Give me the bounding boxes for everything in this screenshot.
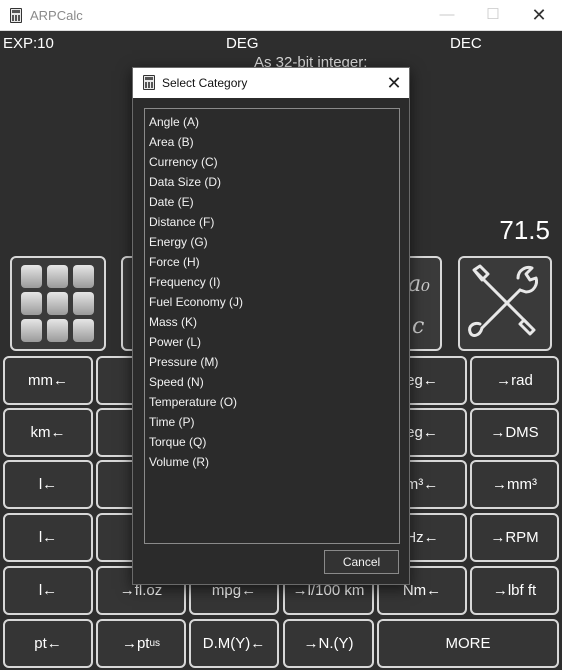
math-bottom-label: c bbox=[412, 314, 425, 339]
more-button[interactable]: MORE bbox=[377, 619, 559, 668]
list-item[interactable]: Volume (R) bbox=[145, 452, 399, 472]
angle-mode-indicator: DEG bbox=[226, 35, 259, 52]
list-item[interactable]: Angle (A) bbox=[145, 112, 399, 132]
maximize-button[interactable]: ☐ bbox=[470, 0, 516, 31]
to-pt-us-key[interactable]: →pt us bbox=[96, 619, 186, 668]
list-item[interactable]: Force (H) bbox=[145, 252, 399, 272]
list-item[interactable]: Frequency (I) bbox=[145, 272, 399, 292]
to-rad-key[interactable]: →rad bbox=[470, 356, 559, 405]
list-item[interactable]: Power (L) bbox=[145, 332, 399, 352]
cancel-button[interactable]: Cancel bbox=[324, 550, 399, 574]
list-item[interactable]: Speed (N) bbox=[145, 372, 399, 392]
list-item[interactable]: Torque (Q) bbox=[145, 432, 399, 452]
list-item[interactable]: Currency (C) bbox=[145, 152, 399, 172]
to-pt-label: →pt bbox=[121, 635, 150, 652]
select-category-dialog: Select Category ✕ Angle (A) Area (B) Cur… bbox=[132, 67, 410, 585]
dialog-titlebar: Select Category ✕ bbox=[133, 68, 409, 98]
keypad-grid-button[interactable] bbox=[10, 256, 106, 351]
close-icon[interactable]: ✕ bbox=[379, 68, 409, 98]
mm-from-key[interactable]: mm← bbox=[3, 356, 93, 405]
calculator-icon bbox=[143, 75, 155, 90]
to-ny-key[interactable]: →N.(Y) bbox=[283, 619, 374, 668]
settings-button[interactable] bbox=[458, 256, 552, 351]
dmy-from-key[interactable]: D.M(Y)← bbox=[189, 619, 279, 668]
math-top-label: a₀ bbox=[408, 272, 430, 297]
to-dms-key[interactable]: →DMS bbox=[470, 408, 559, 457]
list-item[interactable]: Temperature (O) bbox=[145, 392, 399, 412]
close-window-button[interactable]: ✕ bbox=[516, 0, 562, 31]
calculator-icon bbox=[10, 8, 22, 23]
us-subscript: us bbox=[149, 638, 161, 649]
list-item[interactable]: Fuel Economy (J) bbox=[145, 292, 399, 312]
category-list[interactable]: Angle (A) Area (B) Currency (C) Data Siz… bbox=[144, 108, 400, 544]
window-titlebar: ARPCalc — ☐ ✕ bbox=[0, 0, 562, 31]
l2-from-key[interactable]: l← bbox=[3, 513, 93, 562]
list-item[interactable]: Data Size (D) bbox=[145, 172, 399, 192]
to-rpm-key[interactable]: →RPM bbox=[470, 513, 559, 562]
tools-icon bbox=[468, 264, 538, 337]
dialog-title: Select Category bbox=[162, 76, 248, 90]
list-item[interactable]: Area (B) bbox=[145, 132, 399, 152]
list-item[interactable]: Mass (K) bbox=[145, 312, 399, 332]
minimize-button[interactable]: — bbox=[424, 0, 470, 31]
display-value: 71.5 bbox=[499, 215, 550, 245]
km-from-key[interactable]: km← bbox=[3, 408, 93, 457]
list-item[interactable]: Energy (G) bbox=[145, 232, 399, 252]
window-title: ARPCalc bbox=[30, 8, 83, 23]
list-item[interactable]: Distance (F) bbox=[145, 212, 399, 232]
l-from-key[interactable]: l← bbox=[3, 460, 93, 509]
list-item[interactable]: Date (E) bbox=[145, 192, 399, 212]
list-item[interactable]: Pressure (M) bbox=[145, 352, 399, 372]
base-indicator: DEC bbox=[450, 35, 482, 52]
to-lbfft-key[interactable]: →lbf ft bbox=[470, 566, 559, 615]
to-mm3-key[interactable]: →mm³ bbox=[470, 460, 559, 509]
pt-from-key[interactable]: pt← bbox=[3, 619, 93, 668]
exponent-indicator: EXP:10 bbox=[3, 35, 54, 52]
l3-from-key[interactable]: l← bbox=[3, 566, 93, 615]
list-item[interactable]: Time (P) bbox=[145, 412, 399, 432]
